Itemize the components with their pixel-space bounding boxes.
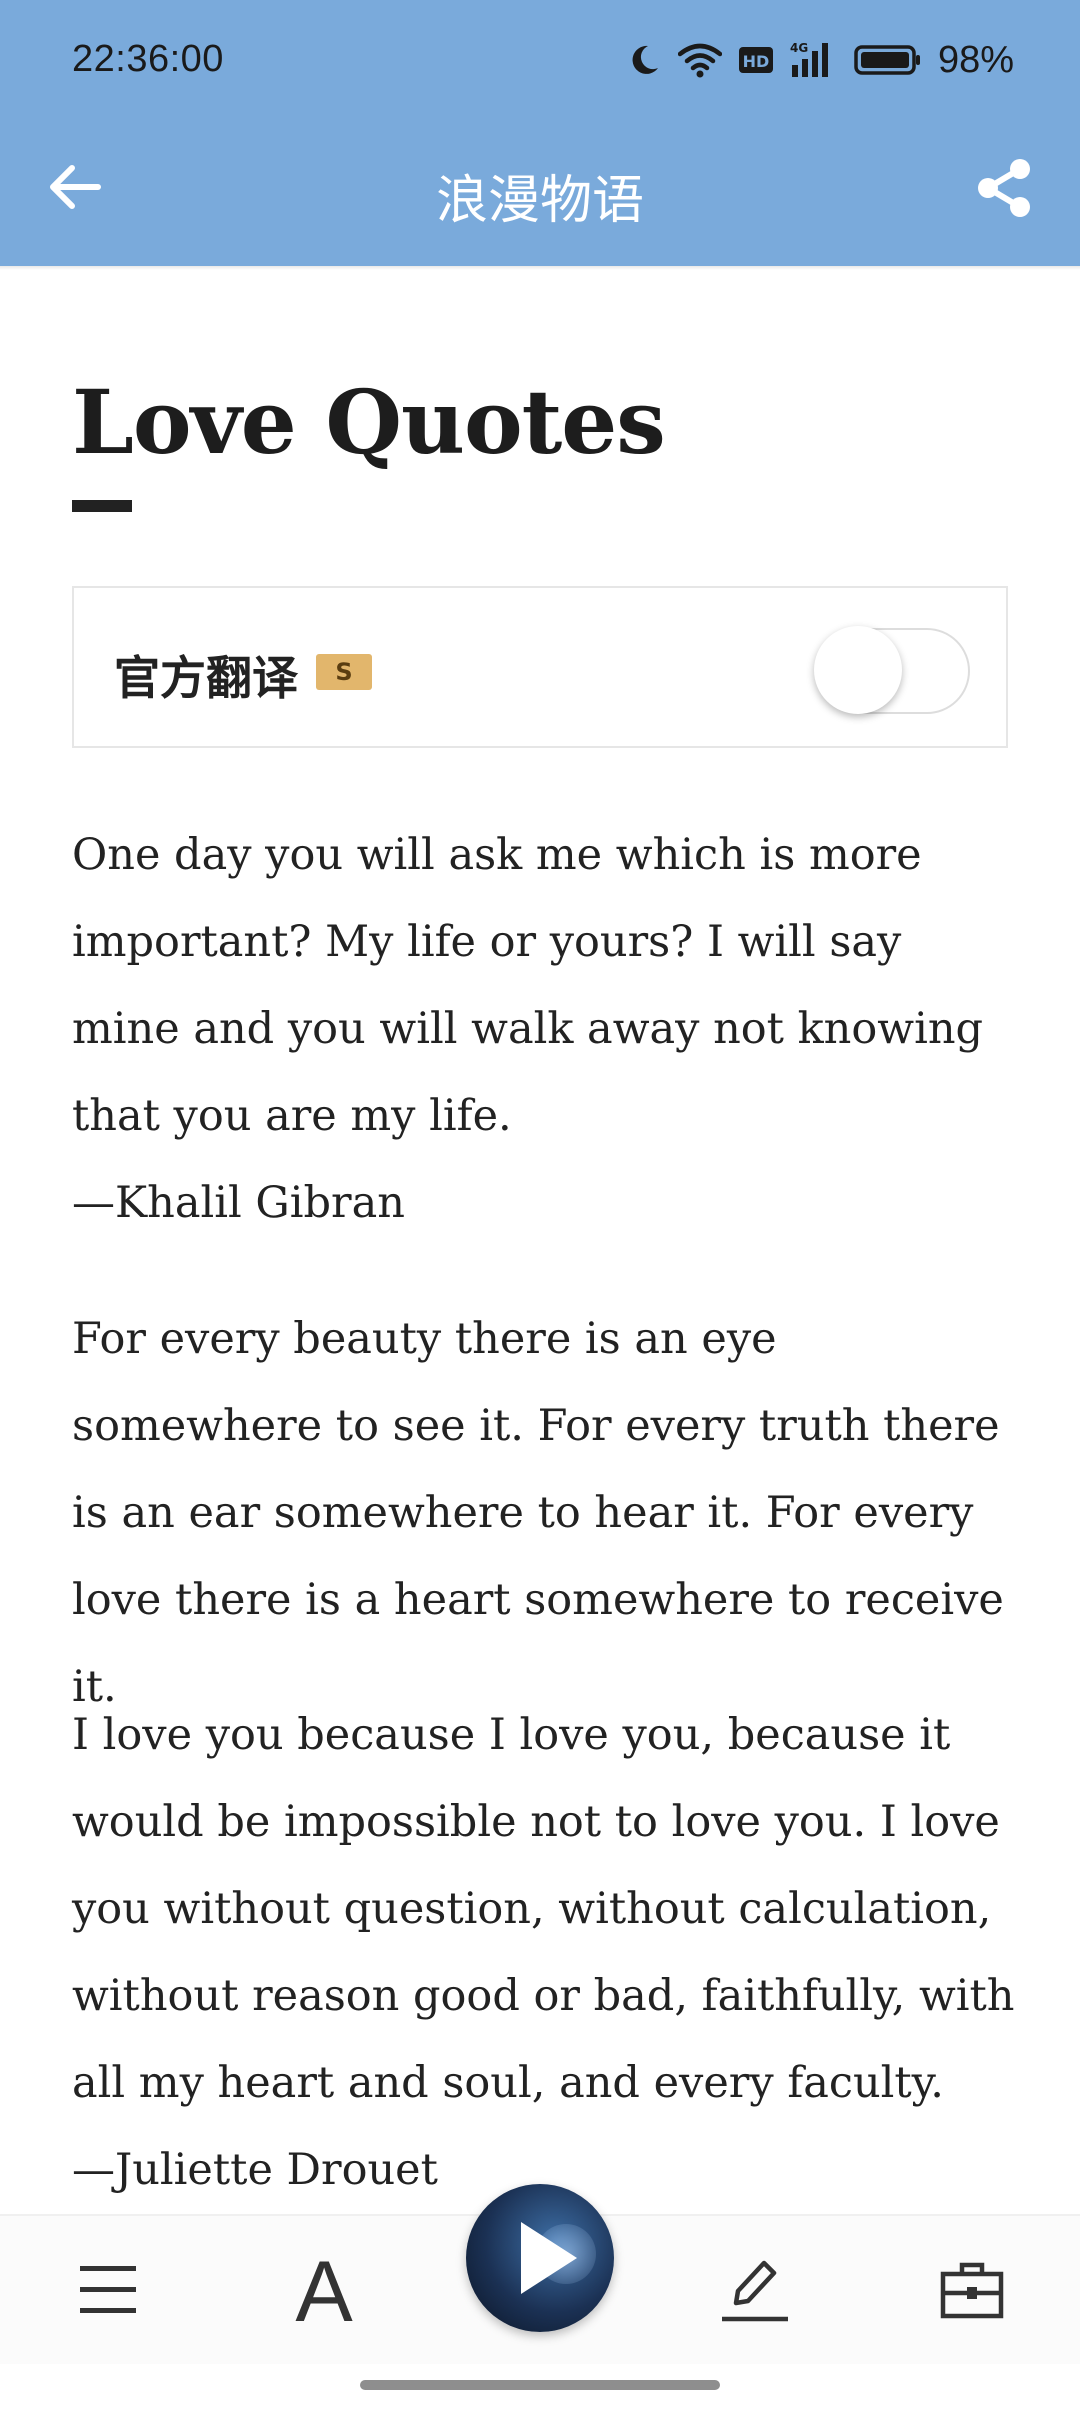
share-icon [974,157,1034,223]
play-audio-button[interactable] [466,2184,614,2332]
page-title: 浪漫物语 [435,171,644,231]
4g-signal-icon: 4G [790,41,838,79]
quote-text: One day you will ask me which is more im… [72,830,984,1141]
official-translation-panel: 官方翻译 S [72,586,1008,748]
moon-icon [626,42,662,78]
quote-author: —Khalil Gibran [72,1178,405,1228]
font-icon: A [295,2244,353,2340]
menu-icon [78,2262,138,2322]
menu-button[interactable] [68,2252,148,2332]
home-indicator[interactable] [360,2380,720,2390]
wifi-icon [677,42,722,78]
app-header: 浪漫物语 [0,124,1080,266]
vip-badge: S [316,654,372,690]
title-underline [72,500,132,512]
article-title: Love Quotes [72,370,666,474]
quote-block: For every beauty there is an eye somewhe… [72,1296,1022,1731]
toolkit-icon [940,2260,1004,2324]
play-icon [521,2222,577,2294]
status-time: 22:36:00 [72,38,224,80]
svg-text:4G: 4G [790,41,808,55]
quote-block: One day you will ask me which is more im… [72,812,1022,1247]
font-settings-button[interactable]: A [284,2244,364,2340]
edit-button[interactable] [714,2252,794,2332]
edit-icon [716,2255,792,2329]
status-bar: 22:36:00 HD 4G 98% [0,0,1080,124]
translation-toggle[interactable] [814,620,970,716]
top-bar: 22:36:00 HD 4G 98% 浪漫物语 [0,0,1080,266]
translation-label: 官方翻译 [114,651,298,705]
svg-text:HD: HD [743,52,770,71]
battery-percentage: 98% [937,38,1014,81]
toolkit-button[interactable] [932,2252,1012,2332]
quote-text: For every beauty there is an eye somewhe… [72,1314,1004,1712]
battery-icon [854,44,922,76]
quote-block: I love you because I love you, because i… [72,1692,1022,2214]
status-icons: HD 4G 98% [626,36,1014,84]
quote-text: I love you because I love you, because i… [72,1710,1015,2108]
share-button[interactable] [968,154,1040,226]
hd-icon: HD [738,44,774,76]
header-shadow [0,266,1080,270]
toggle-knob [814,626,902,714]
